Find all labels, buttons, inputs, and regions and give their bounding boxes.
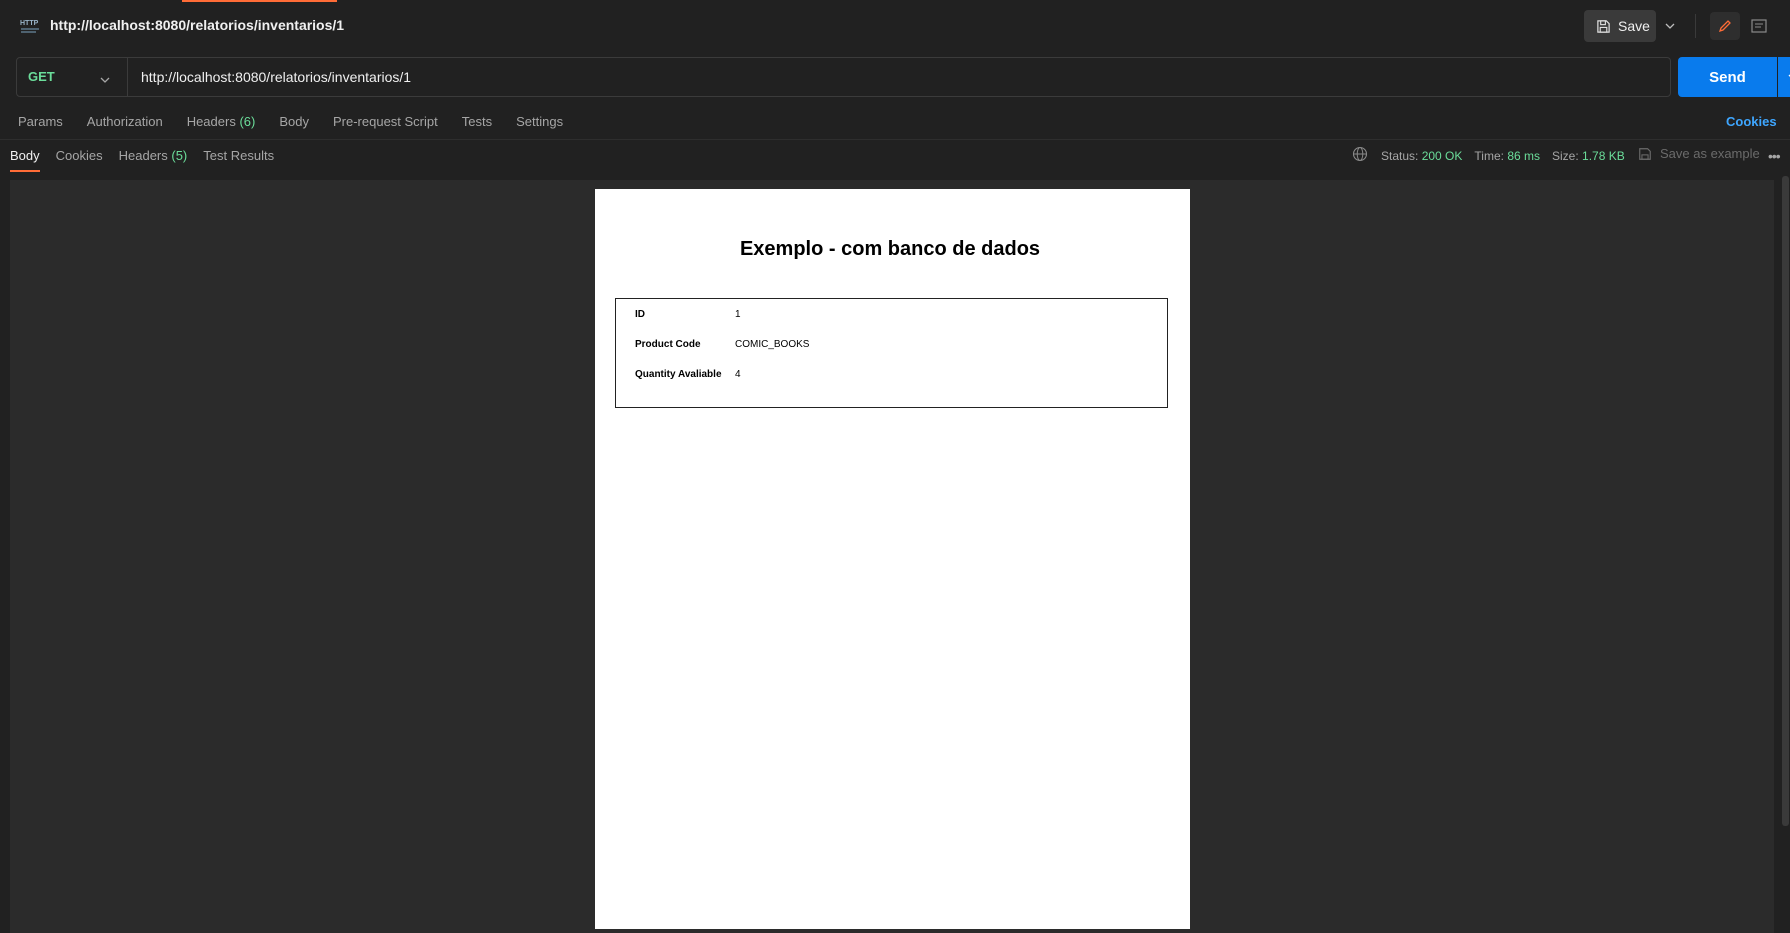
size-info[interactable]: Size: 1.78 KB <box>1552 148 1625 164</box>
request-title[interactable]: http://localhost:8080/relatorios/inventa… <box>50 15 344 35</box>
pdf-page: Exemplo - com banco de dados ID 1 Produc… <box>595 189 1190 929</box>
tab-headers-label: Headers <box>186 114 236 129</box>
send-button[interactable]: Send <box>1678 57 1777 97</box>
pdf-label-id: ID <box>635 309 645 320</box>
status-label: Status: <box>1381 149 1419 163</box>
toolbar-divider <box>1695 14 1696 38</box>
section-divider <box>0 139 1790 140</box>
tab-authorization[interactable]: Authorization <box>87 113 163 131</box>
tab-response-headers[interactable]: Headers (5) <box>119 147 188 165</box>
method-chevron-down-icon[interactable] <box>100 70 110 88</box>
tab-tests[interactable]: Tests <box>462 113 492 131</box>
save-label: Save <box>1618 18 1650 34</box>
tab-response-cookies[interactable]: Cookies <box>56 147 103 165</box>
tab-body[interactable]: Body <box>279 113 309 131</box>
method-select[interactable]: GET <box>28 67 55 87</box>
pdf-value-product-code: COMIC_BOOKS <box>735 339 810 350</box>
status-value: 200 OK <box>1421 149 1463 163</box>
tab-headers-count: (6) <box>239 114 256 129</box>
tab-settings[interactable]: Settings <box>516 113 563 131</box>
url-input[interactable] <box>141 66 1641 88</box>
save-as-example-button[interactable]: Save as example <box>1638 146 1760 162</box>
status-info[interactable]: Status: 200 OK <box>1381 148 1462 164</box>
response-meta: Status: 200 OK Time: 86 ms Size: 1.78 KB <box>1381 148 1625 164</box>
pdf-report-title: Exemplo - com banco de dados <box>739 238 1041 260</box>
save-icon <box>1639 148 1651 160</box>
size-label: Size: <box>1552 149 1579 163</box>
save-as-example-label: Save as example <box>1660 146 1760 161</box>
response-tabs: Body Cookies Headers (5) Test Results <box>10 147 274 172</box>
tab-response-headers-label: Headers <box>118 148 168 163</box>
method-divider <box>127 58 128 96</box>
documentation-icon[interactable] <box>1744 12 1774 40</box>
request-tabs: Params Authorization Headers (6) Body Pr… <box>18 113 563 131</box>
size-value: 1.78 KB <box>1582 149 1625 163</box>
tab-response-headers-count: (5) <box>171 148 188 163</box>
tab-params[interactable]: Params <box>18 113 63 131</box>
pdf-value-id: 1 <box>735 309 741 320</box>
pdf-label-product-code: Product Code <box>635 339 701 350</box>
save-options-chevron-down-icon[interactable] <box>1658 10 1682 42</box>
tab-pre-request-script[interactable]: Pre-request Script <box>333 113 438 131</box>
pdf-value-quantity: 4 <box>735 369 741 380</box>
tab-test-results[interactable]: Test Results <box>203 147 274 165</box>
tab-headers[interactable]: Headers (6) <box>187 113 256 131</box>
viewer-scrollbar[interactable] <box>1782 176 1789 826</box>
send-options-chevron-down-icon[interactable] <box>1778 57 1790 97</box>
edit-pencil-icon[interactable] <box>1710 12 1740 40</box>
pdf-label-quantity: Quantity Avaliable <box>635 369 722 380</box>
save-icon <box>1597 19 1610 33</box>
cookies-link[interactable]: Cookies <box>1726 113 1777 131</box>
more-options-icon[interactable]: ••• <box>1768 148 1781 164</box>
time-info[interactable]: Time: 86 ms <box>1474 148 1540 164</box>
http-request-icon: HTTP <box>18 14 42 38</box>
active-tab-indicator <box>182 0 337 2</box>
pdf-data-box: ID 1 Product Code COMIC_BOOKS Quantity A… <box>615 298 1168 408</box>
tab-response-body[interactable]: Body <box>10 147 40 172</box>
time-label: Time: <box>1474 149 1504 163</box>
http-icon-text: HTTP <box>20 20 39 27</box>
time-value: 86 ms <box>1507 149 1540 163</box>
globe-icon[interactable] <box>1352 146 1368 162</box>
save-button[interactable]: Save <box>1584 10 1656 42</box>
